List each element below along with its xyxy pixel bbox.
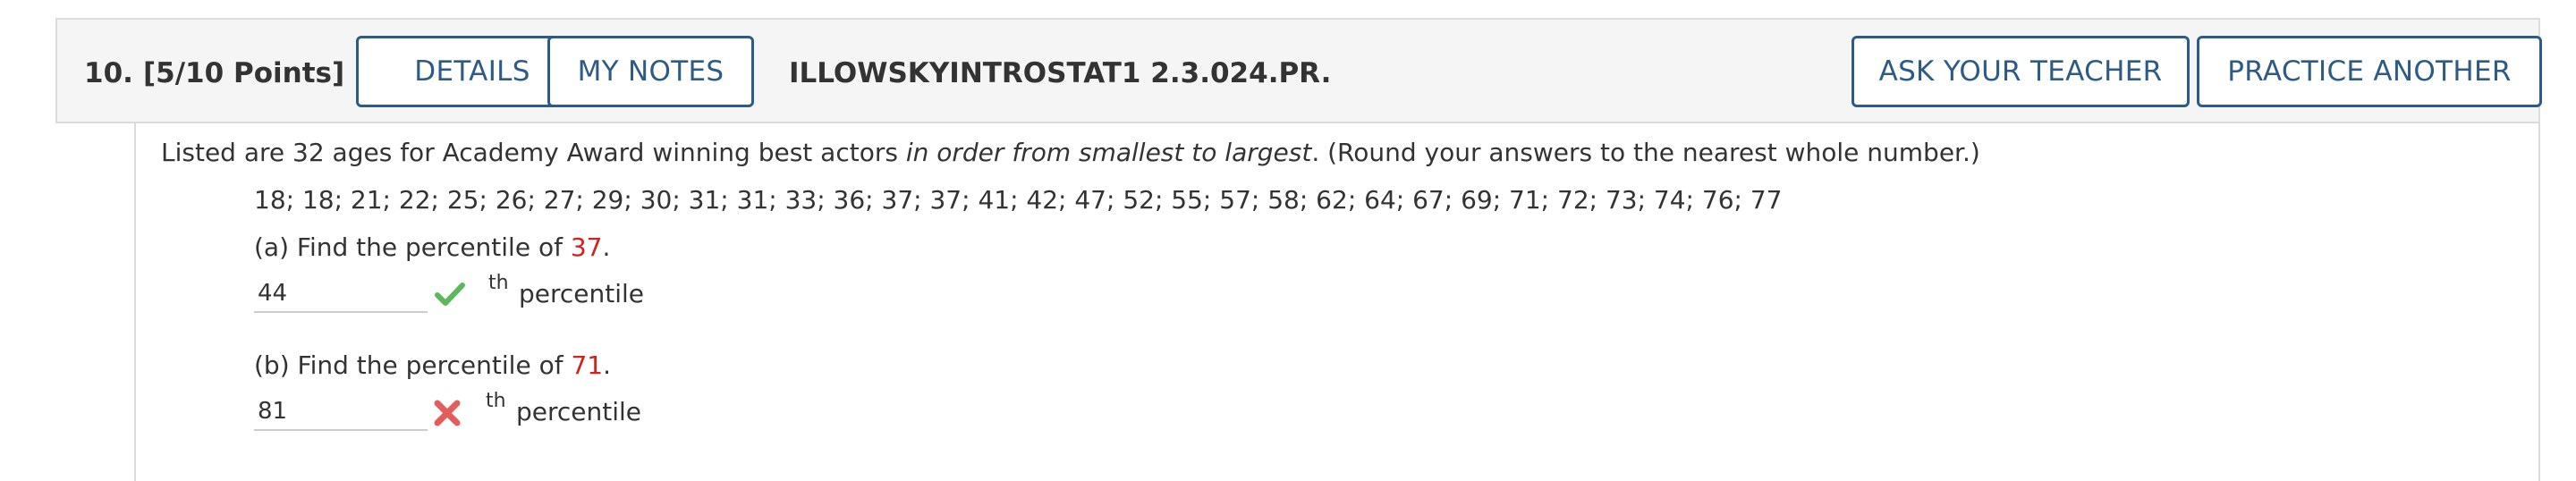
part-a-prompt-text: (a) Find the percentile of xyxy=(254,232,571,262)
part-b-unit: percentile xyxy=(516,397,642,426)
intro-text: Listed are 32 ages for Academy Award win… xyxy=(161,138,906,167)
practice-another-button[interactable]: PRACTICE ANOTHER xyxy=(2197,36,2542,107)
ask-teacher-button[interactable]: ASK YOUR TEACHER xyxy=(1852,36,2190,107)
part-b-superscript: th xyxy=(486,390,506,412)
question-body xyxy=(134,123,2540,481)
part-b-prompt-text: (b) Find the percentile of xyxy=(254,350,572,380)
ages-list: 18; 18; 21; 22; 25; 26; 27; 29; 30; 31; … xyxy=(254,185,1783,215)
part-a-answer-input[interactable] xyxy=(254,275,428,313)
part-a-value: 37 xyxy=(570,232,603,262)
part-b-value: 71 xyxy=(571,350,604,380)
question-instructions: Listed are 32 ages for Academy Award win… xyxy=(161,138,1980,167)
part-b-prompt: (b) Find the percentile of 71. xyxy=(254,350,611,380)
intro-italic-text: in order from smallest to largest xyxy=(905,138,1312,167)
check-icon xyxy=(435,283,465,306)
part-b-answer-input[interactable] xyxy=(254,393,428,431)
part-a-prompt: (a) Find the percentile of 37. xyxy=(254,232,610,262)
intro-rounding-text: . (Round your answers to the nearest who… xyxy=(1311,138,1980,167)
my-notes-button[interactable]: MY NOTES xyxy=(547,36,754,107)
question-header: 10. [5/10 Points] DETAILS MY NOTES ILLOW… xyxy=(55,18,2542,123)
part-a-unit: percentile xyxy=(519,279,645,308)
cross-icon xyxy=(434,400,461,426)
points-score: [5/10 Points] xyxy=(143,57,345,89)
part-b-period: . xyxy=(603,350,612,380)
part-a-superscript: th xyxy=(488,272,509,294)
question-id: ILLOWSKYINTROSTAT1 2.3.024.PR. xyxy=(789,57,1332,89)
question-number: 10. xyxy=(84,57,133,89)
part-a-period: . xyxy=(602,232,611,262)
